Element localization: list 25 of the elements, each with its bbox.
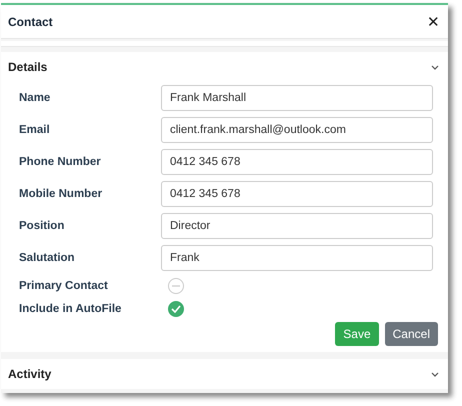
chevron-icon	[431, 64, 439, 70]
field-label: Include in AutoFile	[19, 302, 122, 314]
section-header[interactable]: Activity	[1, 359, 448, 389]
input-field[interactable]: 0412 345 678	[161, 149, 433, 175]
field-label: Primary Contact	[19, 280, 109, 292]
dash-icon	[172, 284, 180, 286]
window-title: Contact	[8, 14, 53, 28]
field-label: Position	[19, 220, 66, 232]
field-label: Salutation	[19, 252, 76, 264]
toggle-switch[interactable]	[168, 300, 184, 316]
field-label: Email	[19, 124, 51, 136]
input-field[interactable]: Frank Marshall	[161, 85, 433, 111]
field-label: Phone Number	[19, 156, 102, 168]
input-field[interactable]: Frank	[161, 245, 433, 271]
cancel-button[interactable]: Cancel	[384, 322, 438, 346]
input-field[interactable]: Director	[161, 213, 433, 239]
input-field[interactable]: client.frank.marshall@outlook.com	[161, 117, 433, 143]
toggle-switch[interactable]	[168, 278, 184, 294]
close-button[interactable]: ✕	[427, 12, 440, 30]
check-icon	[171, 304, 181, 312]
field-label: Name	[19, 92, 52, 104]
field-label: Mobile Number	[19, 188, 104, 200]
section-header[interactable]: Details	[1, 52, 448, 82]
chevron-icon	[431, 372, 439, 376]
input-field[interactable]: 0412 345 678	[161, 181, 433, 207]
